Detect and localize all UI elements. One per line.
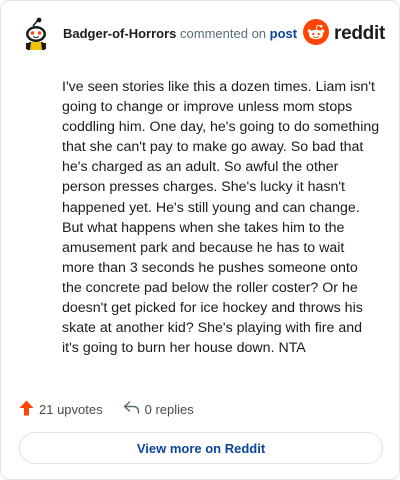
reply-count: 0 replies — [144, 401, 194, 417]
brand-name: reddit — [334, 23, 385, 44]
reddit-logo-icon — [303, 18, 330, 50]
reply-button[interactable]: 0 replies — [123, 400, 194, 418]
reply-icon — [123, 400, 140, 418]
comment-header: Badger-of-Horrors commented on post redd… — [19, 17, 385, 51]
upvote-count: 21 upvotes — [39, 401, 103, 417]
view-more-button[interactable]: View more on Reddit — [19, 432, 383, 464]
comment-card: Badger-of-Horrors commented on post redd… — [0, 0, 400, 480]
upvote-button[interactable]: 21 upvotes — [19, 400, 103, 419]
action-text: commented on — [180, 26, 267, 41]
post-link[interactable]: post — [270, 26, 297, 41]
comment-actions: 21 upvotes 0 replies — [19, 399, 194, 419]
snoo-avatar-icon[interactable] — [19, 17, 53, 51]
upvote-arrow-icon — [19, 400, 34, 419]
comment-meta: Badger-of-Horrors commented on post — [63, 26, 297, 42]
comment-body: I've seen stories like this a dozen time… — [62, 79, 380, 357]
username-link[interactable]: Badger-of-Horrors — [63, 26, 176, 41]
reddit-brand[interactable]: reddit — [303, 18, 385, 50]
